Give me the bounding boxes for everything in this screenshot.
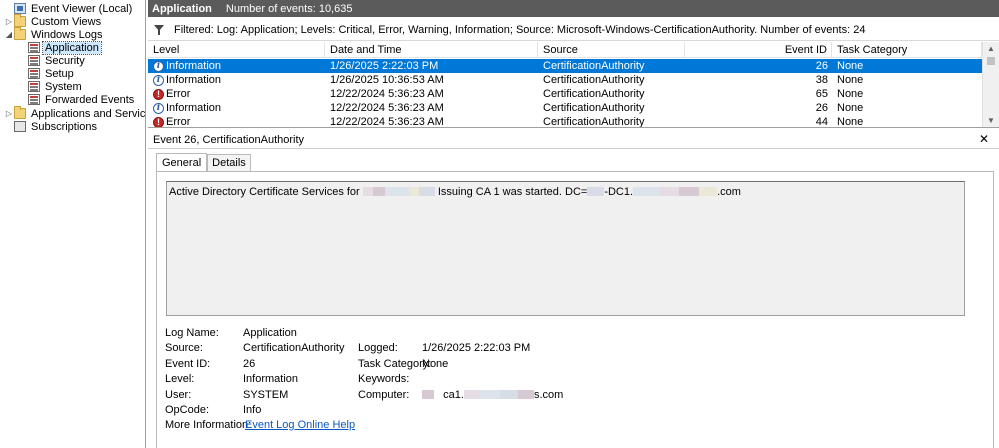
tree-item-label: Applications and Services Lo — [31, 107, 146, 120]
user-value: SYSTEM — [243, 389, 289, 401]
redacted-text — [422, 390, 434, 399]
log-icon — [28, 55, 40, 66]
folder-icon — [14, 27, 26, 40]
log-icon — [28, 68, 40, 79]
computer-label: Computer: — [358, 389, 410, 401]
tab-details[interactable]: Details — [207, 154, 251, 171]
information-icon: i — [153, 74, 164, 86]
logged-label: Logged: — [358, 342, 398, 354]
collapse-arrow-icon[interactable]: ◢ — [4, 30, 14, 39]
scroll-up-icon[interactable]: ▲ — [983, 42, 999, 56]
column-header-date-time[interactable]: Date and Time — [325, 42, 538, 58]
filter-icon — [154, 25, 164, 35]
error-icon: ! — [153, 88, 164, 100]
source-label: Source: — [165, 342, 203, 354]
subscriptions-icon — [14, 121, 26, 132]
tab-general[interactable]: General — [156, 153, 208, 171]
table-row[interactable]: i Information 12/22/2024 5:36:23 AM Certi… — [148, 101, 982, 115]
tree-item-label: Setup — [45, 67, 74, 80]
event-list: Level Date and Time Source Event ID Task… — [148, 42, 999, 128]
log-name-value: Application — [243, 327, 297, 339]
computer-value: ca1. s.com — [422, 389, 563, 401]
error-icon: ! — [153, 116, 164, 127]
close-icon[interactable]: ✕ — [979, 132, 989, 146]
log-icon — [28, 81, 40, 92]
filter-text: Filtered: Log: Application; Levels: Crit… — [174, 24, 866, 36]
tree-item-security[interactable]: Security — [28, 54, 87, 67]
column-header-task-category[interactable]: Task Category — [832, 42, 982, 58]
redacted-text — [587, 187, 605, 196]
tree-item-system[interactable]: System — [28, 80, 84, 93]
tree-item-forwarded-events[interactable]: Forwarded Events — [28, 93, 136, 106]
log-header: Application Number of events: 10,635 — [148, 0, 999, 17]
more-information-label: More Information: — [165, 419, 252, 431]
table-row[interactable]: i Information 1/26/2025 10:36:53 AM Certi… — [148, 73, 982, 87]
expand-arrow-icon[interactable]: ▷ — [4, 17, 14, 26]
detail-tabs: General Details — [156, 153, 251, 171]
tree-item-setup[interactable]: Setup — [28, 67, 76, 80]
tree-item-applications-and-services-logs[interactable]: ▷ Applications and Services Lo — [4, 106, 146, 120]
opcode-label: OpCode: — [165, 404, 210, 416]
tree-item-windows-logs[interactable]: ◢ Windows Logs — [4, 27, 105, 41]
tree-item-label: Windows Logs — [31, 28, 103, 41]
log-icon — [28, 42, 40, 53]
table-row[interactable]: ! Error 12/22/2024 5:36:23 AM Certificati… — [148, 87, 982, 101]
scrollbar-thumb[interactable] — [987, 57, 995, 65]
tree-item-label: Subscriptions — [31, 120, 98, 133]
log-name-label: Log Name: — [165, 327, 219, 339]
logged-value: 1/26/2025 2:22:03 PM — [422, 342, 531, 354]
user-label: User: — [165, 389, 192, 401]
information-icon: i — [153, 102, 164, 114]
event-detail-header: Event 26, CertificationAuthority ✕ — [148, 132, 999, 149]
table-row[interactable]: i Information 1/26/2025 2:22:03 PM Certif… — [148, 59, 982, 73]
column-header-level[interactable]: Level — [148, 42, 325, 58]
tree-item-application[interactable]: Application — [28, 40, 102, 55]
task-category-value: None — [422, 358, 449, 370]
keywords-label: Keywords: — [358, 373, 410, 385]
tree-item-event-viewer-local[interactable]: Event Viewer (Local) — [4, 2, 134, 15]
expand-arrow-icon[interactable]: ▷ — [4, 109, 14, 118]
level-label: Level: — [165, 373, 195, 385]
opcode-value: Info — [243, 404, 262, 416]
level-value: Information — [243, 373, 299, 385]
task-category-label: Task Category: — [358, 358, 432, 370]
scroll-down-icon[interactable]: ▼ — [983, 114, 999, 127]
log-title: Application — [152, 2, 212, 15]
redacted-text — [633, 187, 660, 196]
event-count: Number of events: 10,635 — [225, 2, 353, 15]
column-header-event-id[interactable]: Event ID — [685, 42, 832, 58]
log-icon — [28, 94, 40, 105]
tree-item-label: Security — [45, 54, 85, 67]
tree-item-label: System — [45, 80, 82, 93]
event-id-label: Event ID: — [165, 358, 211, 370]
information-icon: i — [153, 60, 164, 72]
event-list-scrollbar[interactable]: ▲ ▼ — [982, 42, 999, 127]
tree-item-subscriptions[interactable]: Subscriptions — [4, 120, 99, 133]
tree-item-label: Custom Views — [31, 15, 102, 28]
tree-item-label: Event Viewer (Local) — [31, 2, 133, 15]
column-header-source[interactable]: Source — [538, 42, 685, 58]
tree-item-label: Forwarded Events — [45, 93, 135, 106]
folder-icon — [14, 14, 26, 27]
redacted-text — [362, 187, 373, 196]
navigation-tree: Event Viewer (Local) ▷ Custom Views ◢ Wi… — [0, 0, 146, 448]
event-detail-title: Event 26, CertificationAuthority — [153, 134, 305, 146]
event-viewer-icon — [14, 3, 26, 14]
source-value: CertificationAuthority — [243, 342, 345, 354]
event-id-value: 26 — [243, 358, 256, 370]
tree-item-label: Application — [42, 40, 102, 55]
event-description[interactable]: Active Directory Certificate Services fo… — [166, 181, 965, 316]
event-log-online-help-link[interactable]: Event Log Online Help — [245, 419, 355, 431]
table-row[interactable]: ! Error 12/22/2024 5:36:23 AM Certificati… — [148, 115, 982, 127]
folder-icon — [14, 106, 26, 119]
filter-bar: Filtered: Log: Application; Levels: Crit… — [148, 20, 999, 41]
